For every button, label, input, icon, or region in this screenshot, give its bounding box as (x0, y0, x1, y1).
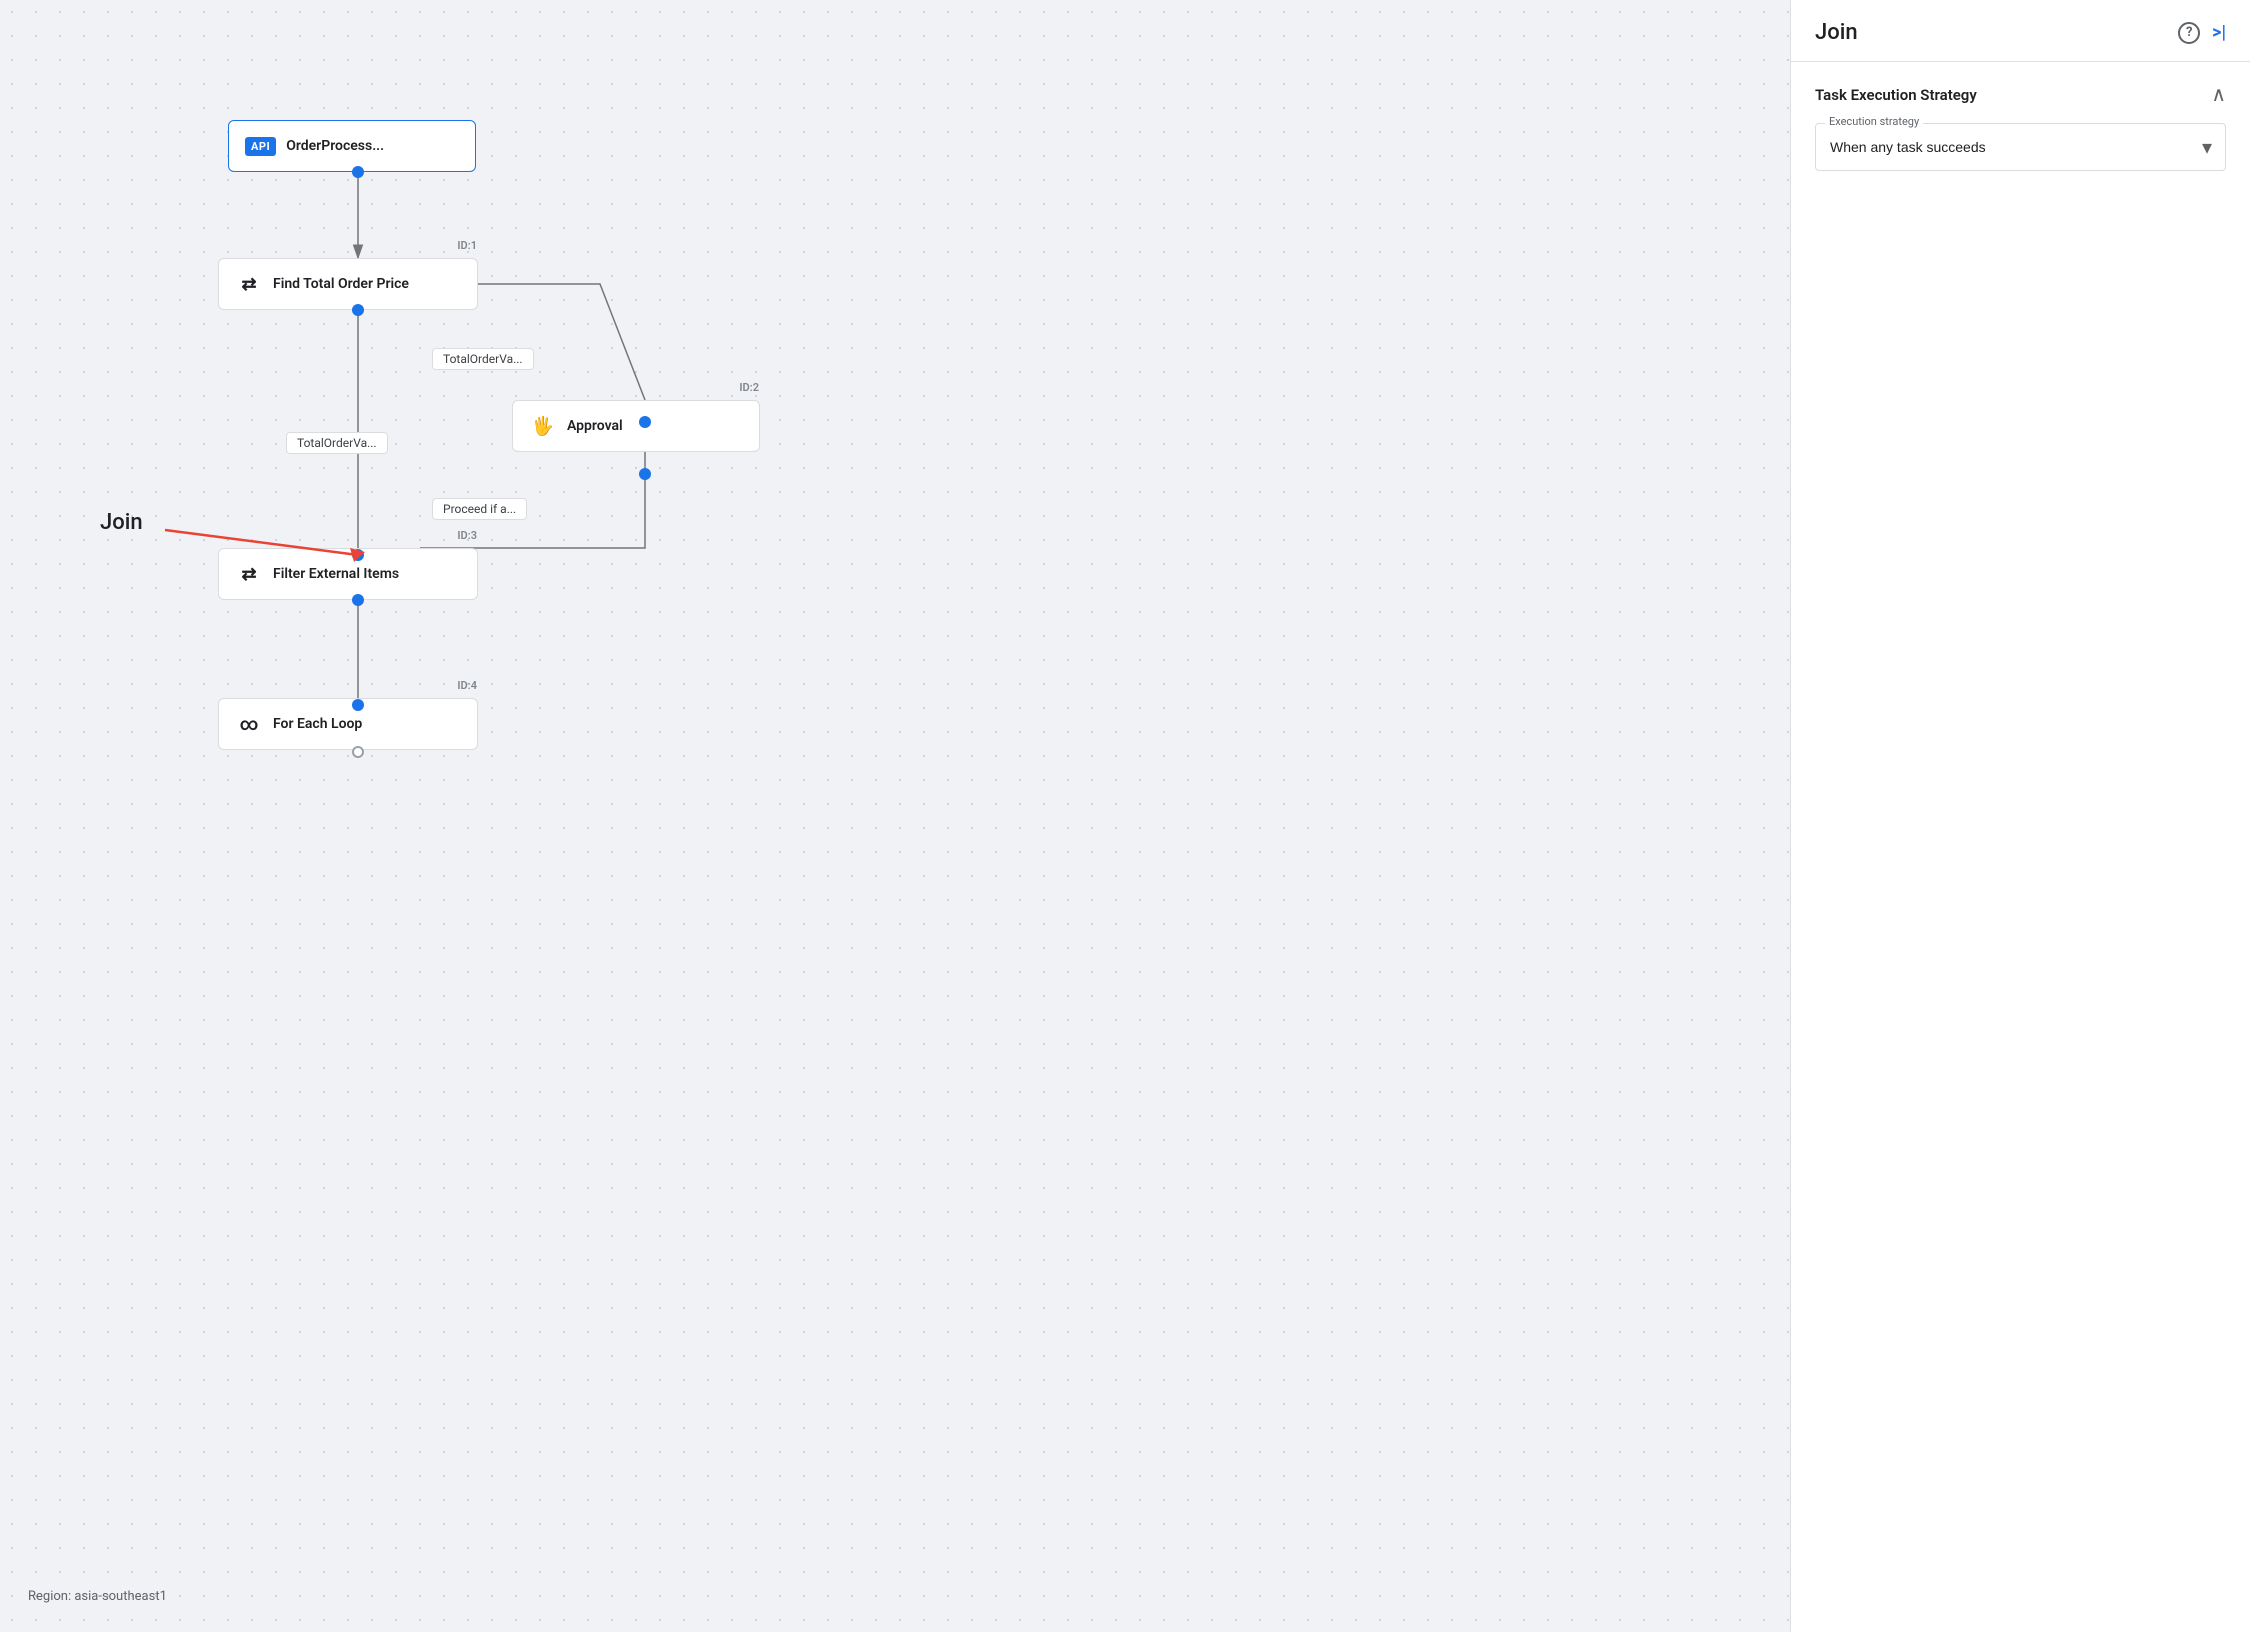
connector-label-total-top: TotalOrderVa... (432, 348, 534, 370)
connector-dot-3 (639, 416, 651, 428)
filter-external-label: Filter External Items (273, 566, 399, 582)
execution-strategy-label: Execution strategy (1825, 115, 1923, 128)
flow-canvas[interactable]: API OrderProcess... ID:1 ⇄ Find Total Or… (0, 0, 1790, 1632)
region-label: Region: asia-southeast1 (28, 1589, 167, 1604)
filter-external-node[interactable]: ID:3 ⇄ Filter External Items (218, 548, 478, 600)
execution-strategy-select[interactable]: When any task succeeds When all tasks su… (1815, 123, 2226, 171)
node-id-2: ID:2 (739, 381, 759, 394)
output-dot (352, 746, 364, 758)
hand-icon: 🖐 (529, 412, 557, 440)
panel-header-actions: ? >| (2178, 22, 2226, 44)
connector-dot-5 (352, 549, 364, 561)
approval-label: Approval (567, 418, 623, 434)
connector-dot-2 (352, 304, 364, 316)
connector-dot-4 (639, 468, 651, 480)
connector-dot-7 (352, 699, 364, 711)
panel-title: Join (1815, 20, 1858, 45)
connector-dot-6 (352, 594, 364, 606)
right-panel: Join ? >| Task Execution Strategy ∧ Exec… (1790, 0, 2250, 1632)
task-execution-section: Task Execution Strategy ∧ Execution stra… (1791, 62, 2250, 207)
expand-icon[interactable]: >| (2212, 22, 2226, 43)
connector-label-proceed: Proceed if a... (432, 498, 527, 520)
connector-dot (352, 166, 364, 178)
help-icon[interactable]: ? (2178, 22, 2200, 44)
find-total-node[interactable]: ID:1 ⇄ Find Total Order Price (218, 258, 478, 310)
for-each-node[interactable]: ID:4 ∞ For Each Loop (218, 698, 478, 750)
flow-connections (0, 0, 1790, 1632)
connector-label-total-left: TotalOrderVa... (286, 432, 388, 454)
execution-strategy-field: Execution strategy When any task succeed… (1815, 123, 2226, 171)
api-badge: API (245, 137, 276, 156)
loop-icon: ∞ (235, 710, 263, 738)
filter-icon-2: ⇄ (235, 560, 263, 588)
panel-header: Join ? >| (1791, 0, 2250, 62)
node-id-1: ID:1 (457, 239, 477, 252)
find-total-label: Find Total Order Price (273, 276, 409, 292)
order-process-node[interactable]: API OrderProcess... (228, 120, 476, 172)
approval-node[interactable]: ID:2 🖐 Approval (512, 400, 760, 452)
node-id-3: ID:3 (457, 529, 477, 542)
join-arrow-svg (0, 0, 1790, 1632)
section-header: Task Execution Strategy ∧ (1815, 82, 2226, 107)
join-label: Join (100, 510, 143, 535)
order-process-label: OrderProcess... (286, 138, 384, 154)
for-each-label: For Each Loop (273, 716, 362, 732)
section-title: Task Execution Strategy (1815, 86, 1977, 104)
collapse-button[interactable]: ∧ (2211, 82, 2226, 107)
node-id-4: ID:4 (457, 679, 477, 692)
filter-icon: ⇄ (235, 270, 263, 298)
